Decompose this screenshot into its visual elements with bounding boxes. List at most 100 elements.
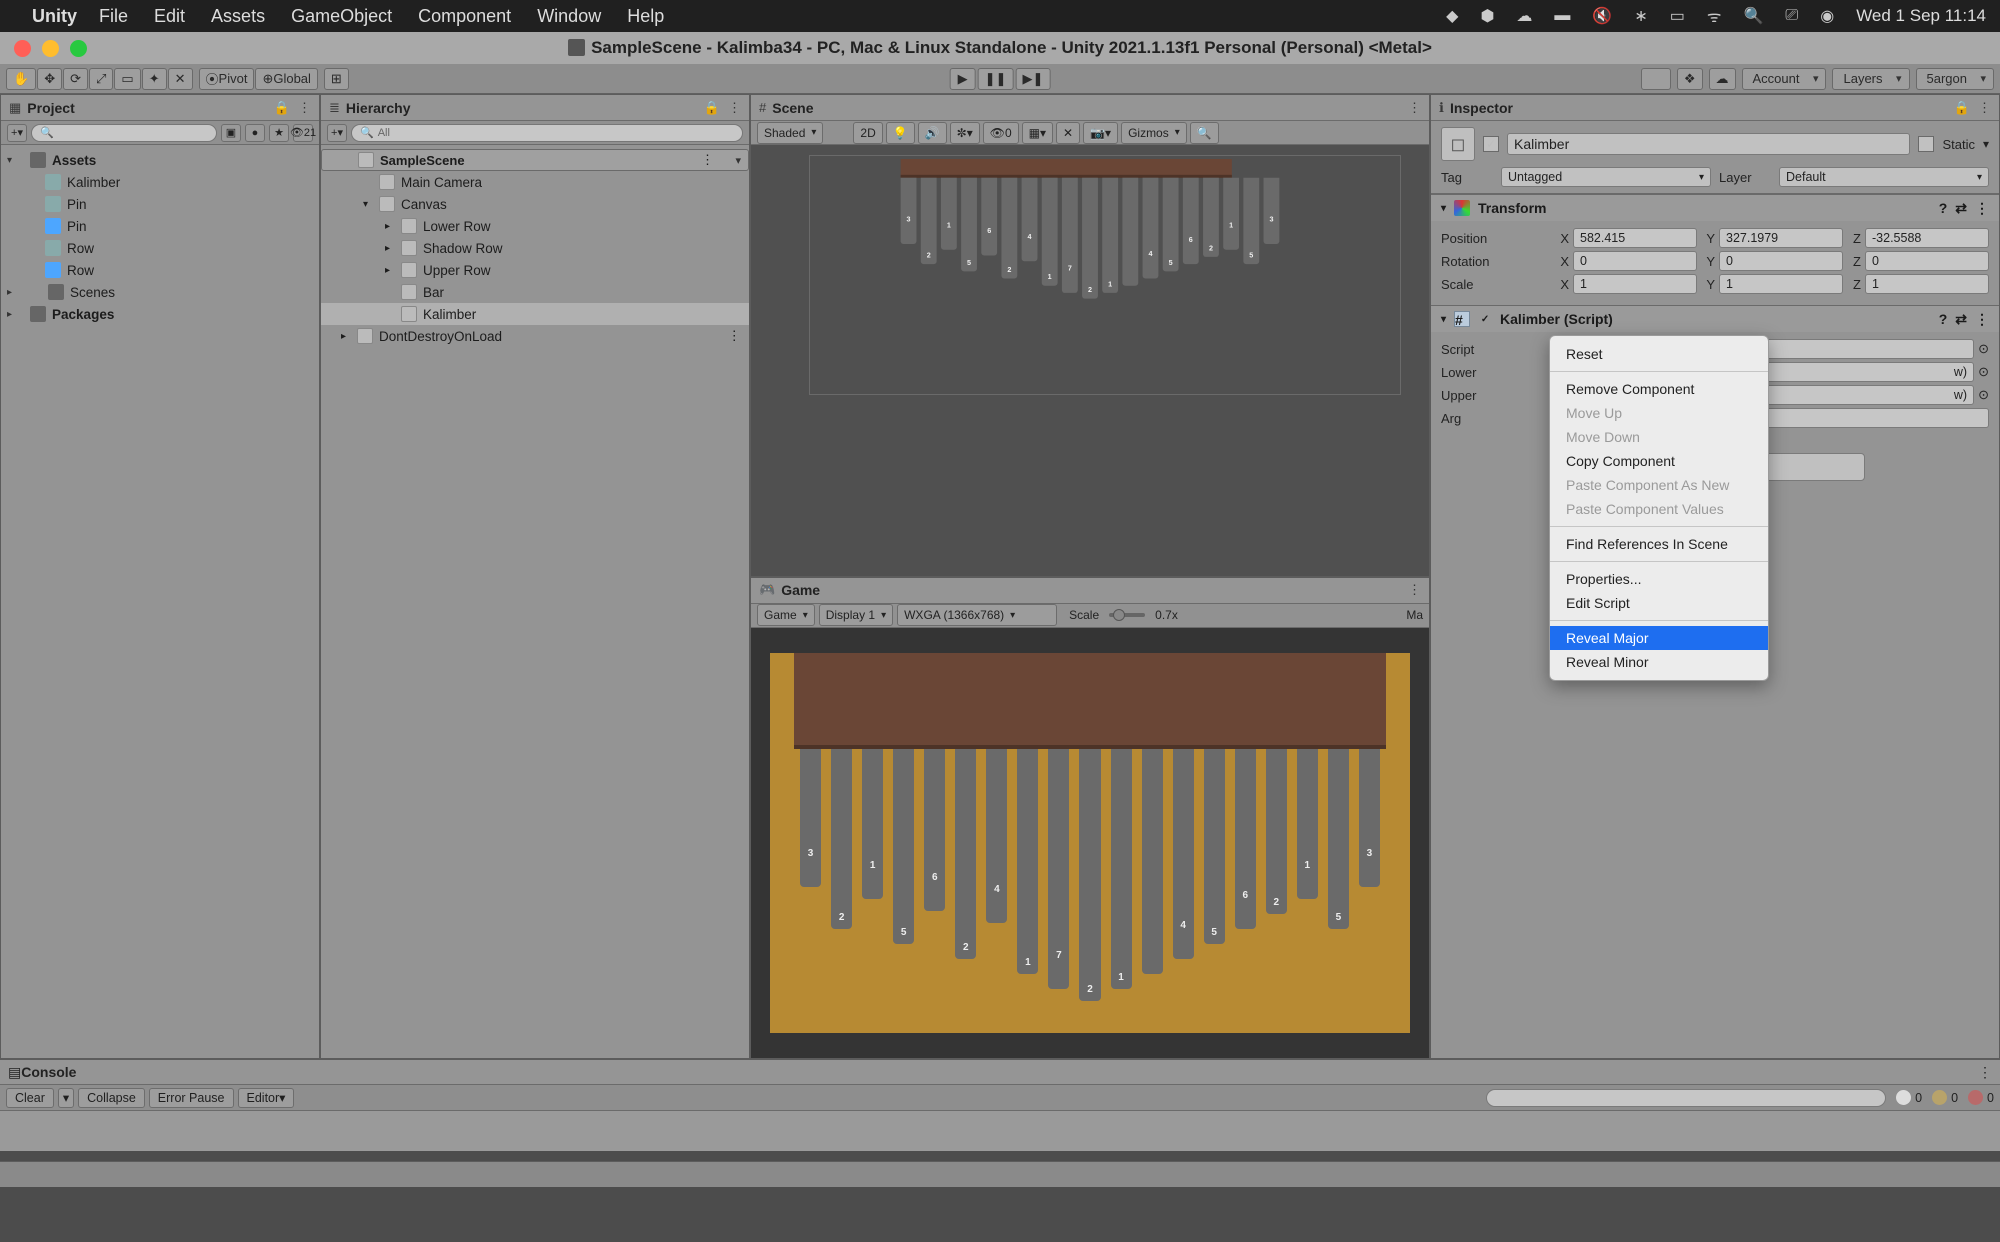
dropbox-icon[interactable]: ⬢	[1480, 6, 1494, 26]
context-menu-item[interactable]: Reset	[1550, 342, 1768, 366]
menu-window[interactable]: Window	[537, 6, 601, 27]
static-checkbox[interactable]	[1918, 136, 1934, 152]
rect-tool[interactable]: ▭	[114, 68, 140, 90]
console-collapse-button[interactable]: Collapse	[78, 1088, 145, 1108]
scene-tools-button[interactable]: ✕	[1056, 122, 1080, 144]
asset-kalimber[interactable]: Kalimber	[67, 175, 120, 190]
scenes-folder[interactable]: Scenes	[70, 285, 115, 300]
assets-folder[interactable]: Assets	[52, 153, 96, 168]
cloud-button[interactable]: ☁	[1709, 68, 1736, 90]
hierarchy-item[interactable]: ▸DontDestroyOnLoad⋮	[321, 325, 749, 347]
scale-x[interactable]: 1	[1573, 274, 1697, 294]
game-tab[interactable]: 🎮 Game ⋮	[751, 578, 1429, 604]
scale-y[interactable]: 1	[1719, 274, 1843, 294]
console-tab[interactable]: ▤ Console ⋮	[0, 1059, 2000, 1085]
context-menu-item[interactable]: Copy Component	[1550, 449, 1768, 473]
rotation-y[interactable]: 0	[1719, 251, 1843, 271]
layout-dropdown[interactable]: 5argon	[1916, 68, 1994, 90]
play-button[interactable]: ▶	[950, 68, 976, 90]
component-help-icon[interactable]: ?	[1939, 311, 1948, 327]
object-picker-icon[interactable]: ⊙	[1978, 387, 1989, 403]
search-button[interactable]	[1641, 68, 1671, 90]
hierarchy-item[interactable]: Kalimber	[321, 303, 749, 325]
position-z[interactable]: -32.5588	[1865, 228, 1989, 248]
rotation-z[interactable]: 0	[1865, 251, 1989, 271]
console-search[interactable]	[1486, 1089, 1886, 1107]
account-dropdown[interactable]: Account	[1742, 68, 1827, 90]
menu-gameobject[interactable]: GameObject	[291, 6, 392, 27]
hierarchy-item[interactable]: Main Camera	[321, 171, 749, 193]
panel-lock-icon[interactable]: 🔒	[704, 100, 720, 116]
console-clear-dropdown[interactable]: ▾	[58, 1088, 74, 1108]
hierarchy-item[interactable]: Bar	[321, 281, 749, 303]
context-menu-item[interactable]: Properties...	[1550, 567, 1768, 591]
console-info-count[interactable]: 0	[1896, 1090, 1922, 1105]
mode-2d-toggle[interactable]: 2D	[853, 122, 882, 144]
scene-menu-icon[interactable]: ⋮	[728, 328, 742, 344]
project-filter3[interactable]: ★	[269, 124, 289, 142]
component-preset-icon[interactable]: ⇄	[1955, 311, 1967, 328]
pause-button[interactable]: ❚❚	[978, 68, 1014, 90]
position-x[interactable]: 582.415	[1573, 228, 1697, 248]
console-error-count[interactable]: 0	[1968, 1090, 1994, 1105]
snap-button[interactable]: ⊞	[324, 68, 349, 90]
menu-edit[interactable]: Edit	[154, 6, 185, 27]
kalimber-header[interactable]: ▾ # ✓ Kalimber (Script) ? ⇄ ⋮	[1431, 306, 1999, 332]
scene-light-toggle[interactable]: 💡	[886, 122, 915, 144]
console-editor-dropdown[interactable]: Editor ▾	[238, 1088, 295, 1108]
console-warn-count[interactable]: 0	[1932, 1090, 1958, 1105]
project-filter1[interactable]: ▣	[221, 124, 241, 142]
hierarchy-item[interactable]: ▾Canvas	[321, 193, 749, 215]
component-preset-icon[interactable]: ⇄	[1955, 200, 1967, 217]
active-checkbox[interactable]: ✓	[1483, 136, 1499, 152]
hierarchy-item[interactable]: ▸Lower Row	[321, 215, 749, 237]
control-center-icon[interactable]: ⎚	[1785, 7, 1798, 25]
app-name[interactable]: Unity	[32, 6, 77, 27]
context-menu-item[interactable]: Reveal Major	[1550, 626, 1768, 650]
asset-row-prefab[interactable]: Row	[67, 263, 94, 278]
console-clear-button[interactable]: Clear	[6, 1088, 54, 1108]
step-button[interactable]: ▶❚	[1015, 68, 1050, 90]
shading-dropdown[interactable]: Shaded	[757, 122, 823, 144]
rotation-x[interactable]: 0	[1573, 251, 1697, 271]
panel-menu-icon[interactable]: ⋮	[1978, 100, 1991, 116]
context-menu-item[interactable]: Find References In Scene	[1550, 532, 1768, 556]
game-view[interactable]: 321562417214562153	[751, 628, 1429, 1059]
object-picker-icon[interactable]: ⊙	[1978, 341, 1989, 357]
scale-slider[interactable]	[1109, 613, 1145, 617]
move-tool[interactable]: ✥	[37, 68, 62, 90]
spotlight-icon[interactable]: 🔍	[1743, 6, 1763, 26]
wifi-icon[interactable]: ᯤ	[1707, 5, 1722, 27]
scene-tab[interactable]: # Scene ⋮	[751, 95, 1429, 121]
pivot-toggle[interactable]: ⦿ Pivot	[199, 68, 255, 90]
hierarchy-tree[interactable]: SampleScene⋮Main Camera▾Canvas▸Lower Row…	[321, 145, 749, 1058]
asset-row-script[interactable]: Row	[67, 241, 94, 256]
cloud-icon[interactable]: ☁	[1516, 6, 1532, 26]
hierarchy-tab[interactable]: ≣ Hierarchy 🔒⋮	[321, 95, 749, 121]
component-menu-icon[interactable]: ⋮	[1975, 200, 1989, 217]
context-menu-item[interactable]: Remove Component	[1550, 377, 1768, 401]
asset-pin-prefab[interactable]: Pin	[67, 219, 87, 234]
console-body[interactable]	[0, 1111, 2000, 1151]
panel-menu-icon[interactable]: ⋮	[1978, 1064, 1992, 1081]
panel-menu-icon[interactable]: ⋮	[1408, 582, 1421, 598]
gameobject-icon[interactable]: ◻	[1441, 127, 1475, 161]
panel-lock-icon[interactable]: 🔒	[1954, 100, 1970, 116]
gameobject-name-field[interactable]: Kalimber	[1507, 133, 1910, 155]
project-tab[interactable]: ▦ Project 🔒⋮	[1, 95, 319, 121]
scene-camera-button[interactable]: 📷▾	[1083, 122, 1118, 144]
scene-menu-icon[interactable]: ⋮	[701, 152, 714, 168]
fold-icon[interactable]: ▾	[1441, 314, 1446, 325]
space-toggle[interactable]: ⊕ Global	[255, 68, 317, 90]
hand-tool[interactable]: ✋	[6, 68, 36, 90]
component-menu-icon[interactable]: ⋮	[1975, 311, 1989, 328]
unity-hub-icon[interactable]: ◆	[1446, 6, 1458, 26]
asset-pin-script[interactable]: Pin	[67, 197, 87, 212]
panel-menu-icon[interactable]: ⋮	[728, 100, 741, 116]
scene-view[interactable]: 321562417214562153	[751, 145, 1429, 576]
project-filter2[interactable]: ●	[245, 124, 265, 142]
context-menu-item[interactable]: Reveal Minor	[1550, 650, 1768, 674]
component-enabled-checkbox[interactable]: ✓	[1478, 312, 1492, 326]
menu-file[interactable]: File	[99, 6, 128, 27]
context-menu-item[interactable]: Edit Script	[1550, 591, 1768, 615]
